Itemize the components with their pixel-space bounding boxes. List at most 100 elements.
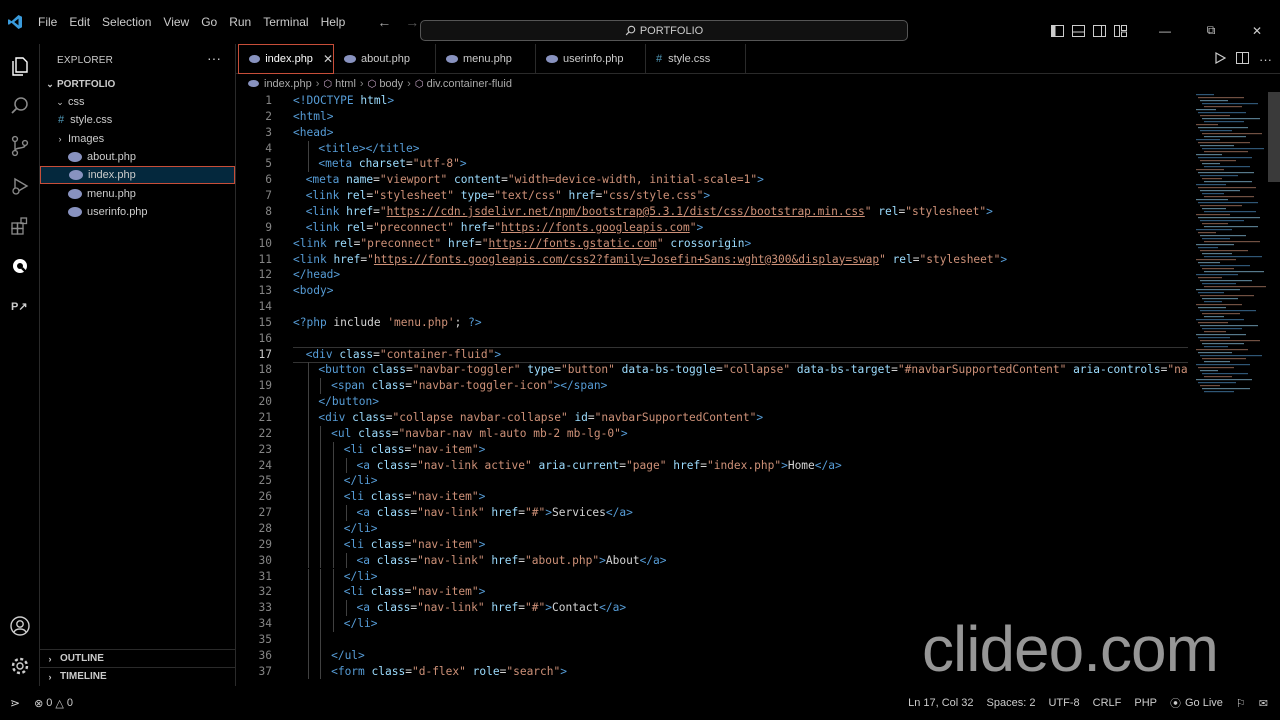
menu-file[interactable]: File (32, 0, 63, 44)
source-control-icon[interactable] (0, 128, 40, 164)
minimap[interactable] (1188, 92, 1280, 686)
tree-item-style-css[interactable]: # style.css (40, 111, 235, 129)
tab-index-php[interactable]: index.php ✕ (238, 44, 334, 74)
encoding[interactable]: UTF-8 (1048, 697, 1079, 709)
close-icon[interactable]: ✕ (323, 52, 333, 66)
code-line[interactable]: 20 </button> (236, 394, 1188, 410)
tree-item-about-php[interactable]: about.php (40, 148, 235, 166)
menu-help[interactable]: Help (315, 0, 352, 44)
menu-go[interactable]: Go (195, 0, 223, 44)
code-line[interactable]: 3 <head> (236, 125, 1188, 141)
code-line[interactable]: 27 <a class="nav-link" href="#">Services<… (236, 505, 1188, 521)
outline-section[interactable]: › OUTLINE (40, 649, 235, 667)
accounts-icon[interactable] (0, 608, 40, 644)
close-window-icon[interactable]: ✕ (1234, 20, 1280, 41)
code-line[interactable]: 32 <li class="nav-item"> (236, 584, 1188, 600)
code-line[interactable]: 1 <!DOCTYPE html> (236, 93, 1188, 109)
code-line[interactable]: 5 <meta charset="utf-8"> (236, 156, 1188, 172)
restore-icon[interactable]: ⧉ (1188, 20, 1234, 41)
breadcrumb-item[interactable]: ⬡ body (368, 78, 404, 90)
tab-userinfo-php[interactable]: userinfo.php (536, 44, 646, 74)
code-line[interactable]: 2 <html> (236, 109, 1188, 125)
code-line[interactable]: 22 <ul class="navbar-nav ml-auto mb-2 mb-… (236, 426, 1188, 442)
code-line[interactable]: 31 </li> (236, 569, 1188, 585)
code-line[interactable]: 19 <span class="navbar-toggler-icon"></sp… (236, 378, 1188, 394)
indent-guide (307, 394, 309, 410)
code-line[interactable]: 26 <li class="nav-item"> (236, 489, 1188, 505)
folder-portfolio[interactable]: ⌄ PORTFOLIO (40, 75, 235, 93)
php-debug-icon[interactable]: P↗ (0, 288, 40, 324)
menu-selection[interactable]: Selection (96, 0, 157, 44)
remote-icon[interactable]: ⋗ (10, 696, 20, 710)
problems-indicator[interactable]: ⊗ 0 △ 0 (34, 697, 73, 710)
feedback-icon[interactable]: ⚐ (1236, 697, 1246, 710)
tree-item-images[interactable]: › Images (40, 130, 235, 148)
notifications-bell-icon[interactable]: ✉ (1259, 697, 1268, 710)
breadcrumb-item[interactable]: ⬡ div.container-fluid (415, 78, 512, 90)
code-line[interactable]: 9 <link rel="preconnect" href="https://fo… (236, 220, 1188, 236)
minimize-icon[interactable]: — (1142, 20, 1188, 41)
code-line[interactable]: 28 </li> (236, 521, 1188, 537)
menu-view[interactable]: View (157, 0, 195, 44)
tab-style-css[interactable]: # style.css (646, 44, 746, 74)
menu-run[interactable]: Run (223, 0, 257, 44)
run-icon[interactable] (1214, 51, 1227, 67)
breadcrumb-item[interactable]: ⬡ html (323, 78, 356, 90)
more-actions-icon[interactable]: ··· (1259, 52, 1272, 67)
code-line[interactable]: 12 </head> (236, 267, 1188, 283)
manage-gear-icon[interactable] (0, 648, 40, 684)
go-live-button[interactable]: ⦿ Go Live (1170, 695, 1223, 711)
menu-terminal[interactable]: Terminal (257, 0, 314, 44)
forward-arrow-icon[interactable]: → (405, 14, 419, 30)
explorer-icon[interactable] (0, 48, 40, 84)
more-actions-icon[interactable]: ··· (207, 50, 221, 66)
tab-about-php[interactable]: about.php (334, 44, 436, 74)
code-line[interactable]: 18 <button class="navbar-toggler" type="b… (236, 362, 1188, 378)
run-debug-icon[interactable] (0, 168, 40, 204)
code-line[interactable]: 8 <link href="https://cdn.jsdelivr.net/np… (236, 204, 1188, 220)
remote-explorer-icon[interactable] (0, 248, 40, 284)
customize-layout-icon[interactable] (1110, 21, 1130, 41)
language-mode[interactable]: PHP (1134, 697, 1157, 709)
code-line[interactable]: 30 <a class="nav-link" href="about.php">A… (236, 553, 1188, 569)
toggle-panel-icon[interactable] (1068, 21, 1088, 41)
code-line[interactable]: 21 <div class="collapse navbar-collapse" … (236, 410, 1188, 426)
command-center-search[interactable]: PORTFOLIO (420, 20, 908, 41)
extensions-icon[interactable] (0, 208, 40, 244)
code-line[interactable]: 6 <meta name="viewport" content="width=de… (236, 172, 1188, 188)
code-line[interactable]: 24 <a class="nav-link active" aria-curren… (236, 458, 1188, 474)
code-editor[interactable]: 1 <!DOCTYPE html> 2 <html> 3 <head> 4 <title></… (236, 92, 1188, 686)
tree-item-menu-php[interactable]: menu.php (40, 185, 235, 203)
minimap-slider[interactable] (1268, 92, 1280, 182)
menu-bar: File Edit Selection View Go Run Terminal Help (32, 0, 351, 44)
code-line[interactable]: 7 <link rel="stylesheet" type="text/css" … (236, 188, 1188, 204)
end-of-line[interactable]: CRLF (1093, 697, 1122, 709)
toggle-secondary-sidebar-icon[interactable] (1089, 21, 1109, 41)
code-line[interactable]: 10 <link rel="preconnect" href="https://f… (236, 236, 1188, 252)
minimap-line (1200, 370, 1218, 372)
code-line[interactable]: 17 <div class="container-fluid"> (236, 347, 1188, 363)
code-line[interactable]: 13 <body> (236, 283, 1188, 299)
minimap-line (1198, 157, 1252, 159)
code-line[interactable]: 25 </li> (236, 473, 1188, 489)
cursor-position[interactable]: Ln 17, Col 32 (908, 697, 973, 709)
code-line[interactable]: 23 <li class="nav-item"> (236, 442, 1188, 458)
search-icon[interactable] (0, 88, 40, 124)
code-line[interactable]: 15 <?php include 'menu.php'; ?> (236, 315, 1188, 331)
breadcrumb-item[interactable]: index.php (248, 78, 312, 90)
code-line[interactable]: 11 <link href="https://fonts.googleapis.c… (236, 252, 1188, 268)
code-line[interactable]: 14 (236, 299, 1188, 315)
split-editor-icon[interactable] (1236, 51, 1249, 67)
timeline-section[interactable]: › TIMELINE (40, 667, 235, 685)
tab-menu-php[interactable]: menu.php (436, 44, 536, 74)
indentation[interactable]: Spaces: 2 (987, 697, 1036, 709)
menu-edit[interactable]: Edit (63, 0, 96, 44)
back-arrow-icon[interactable]: ← (377, 14, 391, 30)
code-line[interactable]: 4 <title></title> (236, 141, 1188, 157)
tree-item-css[interactable]: ⌄ css (40, 93, 235, 111)
code-line[interactable]: 29 <li class="nav-item"> (236, 537, 1188, 553)
tree-item-index-php[interactable]: index.php (40, 166, 235, 184)
tree-item-userinfo-php[interactable]: userinfo.php (40, 203, 235, 221)
toggle-primary-sidebar-icon[interactable] (1047, 21, 1067, 41)
code-line[interactable]: 16 (236, 331, 1188, 347)
